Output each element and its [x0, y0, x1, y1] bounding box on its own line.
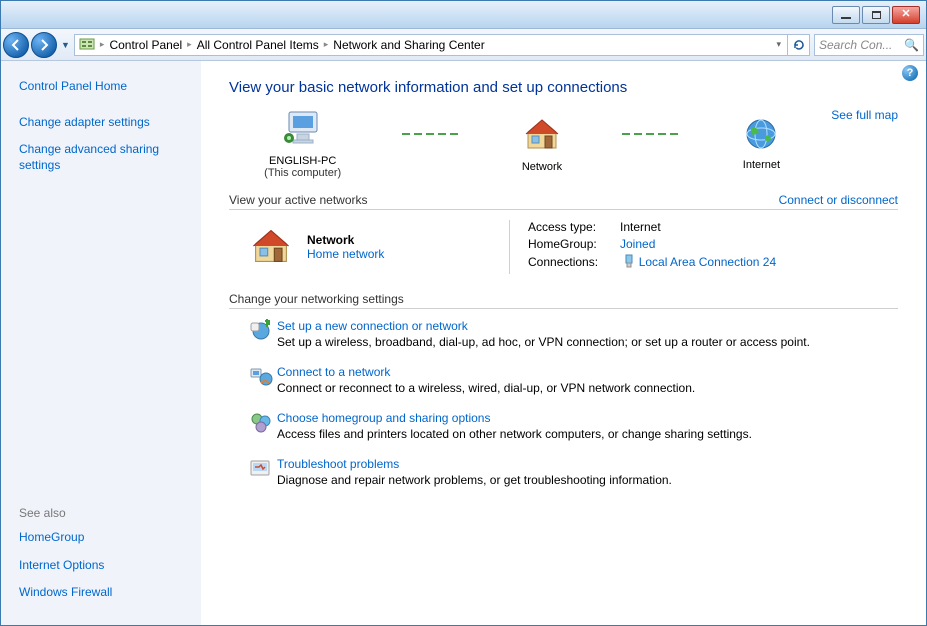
history-dropdown[interactable]: ▼	[61, 40, 70, 50]
breadcrumb-item[interactable]: All Control Panel Items	[195, 38, 321, 52]
nic-icon	[623, 254, 635, 271]
maximize-button[interactable]	[862, 6, 890, 24]
globe-icon	[743, 116, 779, 155]
homegroup-icon	[249, 411, 277, 441]
connect-disconnect-link[interactable]: Connect or disconnect	[779, 193, 898, 207]
troubleshoot-icon	[249, 457, 277, 487]
network-type-link[interactable]: Home network	[307, 247, 384, 261]
map-node-network[interactable]: Network	[522, 114, 562, 173]
control-panel-icon	[79, 37, 95, 53]
breadcrumb-item[interactable]: Control Panel	[107, 38, 184, 52]
map-connection	[622, 133, 682, 135]
task-troubleshoot[interactable]: Troubleshoot problems Diagnose and repai…	[249, 457, 898, 487]
sidebar-link-advanced-sharing[interactable]: Change advanced sharing settings	[19, 142, 189, 173]
task-connect-network[interactable]: Connect to a network Connect or reconnec…	[249, 365, 898, 395]
breadcrumb[interactable]: ▸ Control Panel ▸ All Control Panel Item…	[74, 34, 810, 56]
page-title: View your basic network information and …	[229, 79, 898, 96]
map-node-this-pc[interactable]: ENGLISH-PC (This computer)	[264, 108, 341, 179]
seealso-homegroup[interactable]: HomeGroup	[19, 530, 189, 546]
see-full-map-link[interactable]: See full map	[831, 108, 898, 122]
active-network-details: Access type:Internet HomeGroup:Joined Co…	[509, 220, 776, 274]
sidebar-home-link[interactable]: Control Panel Home	[19, 79, 189, 95]
network-name: Network	[307, 233, 384, 247]
section-change-settings: Change your networking settings	[229, 292, 898, 309]
help-button[interactable]: ?	[902, 65, 918, 81]
connection-link[interactable]: Local Area Connection 24	[639, 255, 776, 269]
search-placeholder: Search Con...	[819, 38, 892, 52]
sidebar-link-adapter-settings[interactable]: Change adapter settings	[19, 115, 189, 131]
section-active-networks: View your active networks Connect or dis…	[229, 193, 898, 210]
window: ✕ ▼ ▸ Control Panel ▸ All Control Panel …	[0, 0, 927, 626]
seealso-internet-options[interactable]: Internet Options	[19, 558, 189, 574]
connect-network-icon	[249, 365, 277, 395]
map-connection	[402, 133, 462, 135]
breadcrumb-dropdown[interactable]: ▾	[770, 39, 787, 50]
seealso-title: See also	[19, 506, 189, 520]
back-button[interactable]	[3, 32, 29, 58]
search-icon: 🔍	[904, 38, 919, 52]
refresh-button[interactable]	[787, 35, 809, 55]
breadcrumb-sep[interactable]: ▸	[321, 39, 332, 50]
breadcrumb-sep[interactable]: ▸	[184, 39, 195, 50]
task-setup-connection[interactable]: Set up a new connection or network Set u…	[249, 319, 898, 349]
breadcrumb-sep[interactable]: ▸	[97, 39, 108, 50]
sidebar: Control Panel Home Change adapter settin…	[1, 61, 201, 625]
main-content: View your basic network information and …	[201, 61, 926, 625]
map-node-internet[interactable]: Internet	[743, 116, 780, 171]
navbar: ▼ ▸ Control Panel ▸ All Control Panel It…	[1, 29, 926, 61]
refresh-icon	[792, 38, 806, 52]
house-icon	[522, 114, 562, 157]
seealso-windows-firewall[interactable]: Windows Firewall	[19, 585, 189, 601]
setup-connection-icon	[249, 319, 277, 349]
minimize-button[interactable]	[832, 6, 860, 24]
arrow-right-icon	[37, 38, 51, 52]
forward-button[interactable]	[31, 32, 57, 58]
network-map: ENGLISH-PC (This computer) Network	[229, 108, 815, 179]
search-input[interactable]: Search Con... 🔍	[814, 34, 924, 56]
task-homegroup-sharing[interactable]: Choose homegroup and sharing options Acc…	[249, 411, 898, 441]
titlebar: ✕	[1, 1, 926, 29]
computer-icon	[281, 108, 325, 151]
arrow-left-icon	[9, 38, 23, 52]
breadcrumb-item[interactable]: Network and Sharing Center	[331, 38, 486, 52]
homegroup-link[interactable]: Joined	[620, 237, 655, 251]
house-icon	[249, 224, 293, 271]
active-network-item[interactable]: Network Home network	[229, 220, 509, 274]
close-button[interactable]: ✕	[892, 6, 920, 24]
